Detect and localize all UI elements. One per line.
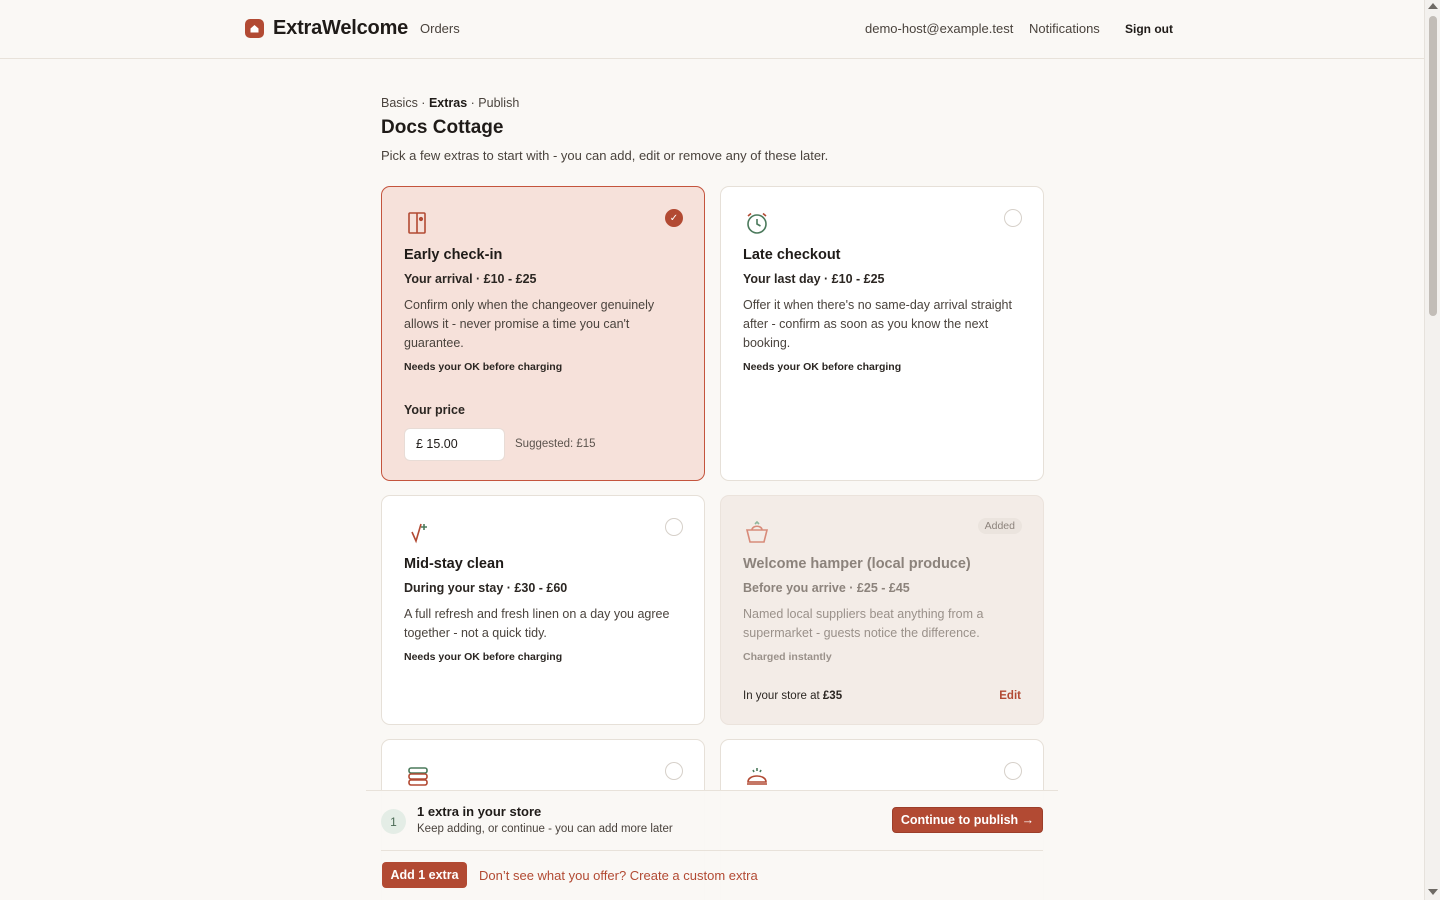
- sticky-footer: 1 1 extra in your store Keep adding, or …: [366, 790, 1058, 900]
- card-approval-note: Needs your OK before charging: [404, 651, 563, 663]
- card-description: Named local suppliers beat anything from…: [743, 607, 984, 640]
- extras-count-badge: 1: [381, 809, 406, 834]
- scroll-up-arrow-icon[interactable]: [1428, 3, 1438, 9]
- added-badge: Added: [977, 518, 1022, 534]
- store-price: £35: [822, 690, 843, 702]
- breadcrumb-separator: ·: [467, 96, 479, 110]
- towels-icon: [404, 762, 432, 790]
- footer-subtitle: Keep adding, or continue - you can add m…: [417, 823, 673, 835]
- add-extra-button[interactable]: Add 1 extra: [382, 862, 467, 888]
- card-meta: Before you arrive · £25 - £45: [743, 581, 910, 595]
- card-title: Welcome hamper (local produce): [743, 556, 971, 572]
- top-bar: ExtraWelcome Orders demo-host@example.te…: [0, 0, 1424, 59]
- scroll-thumb[interactable]: [1429, 16, 1437, 316]
- extra-card-mid-stay-clean[interactable]: Mid-stay clean During your stay · £30 - …: [381, 495, 705, 725]
- card-meta: During your stay · £30 - £60: [404, 581, 568, 595]
- selected-check-icon[interactable]: ✓: [665, 209, 683, 227]
- price-label: Your price: [404, 403, 465, 417]
- nav-notifications-link[interactable]: Notifications: [1029, 21, 1100, 36]
- card-meta: Your arrival · £10 - £25: [404, 272, 537, 286]
- alarm-clock-icon: [743, 209, 771, 237]
- card-approval-note: Needs your OK before charging: [404, 361, 563, 373]
- brand[interactable]: ExtraWelcome: [245, 17, 408, 40]
- card-meta: Your last day · £10 - £25: [743, 272, 885, 286]
- suggested-price: Suggested: £15: [515, 438, 596, 450]
- card-description: A full refresh and fresh linen on a day …: [404, 607, 670, 640]
- breadcrumb-basics[interactable]: Basics: [381, 96, 418, 110]
- broom-sparkle-icon: [404, 518, 432, 546]
- card-description: Confirm only when the changeover genuine…: [404, 298, 655, 350]
- card-title: Late checkout: [743, 247, 841, 263]
- door-icon: [404, 209, 432, 237]
- continue-to-publish-button[interactable]: Continue to publish →: [892, 807, 1043, 833]
- page-title: Docs Cottage: [381, 117, 504, 138]
- extra-card-late-checkout[interactable]: Late checkout Your last day · £10 - £25 …: [720, 186, 1044, 481]
- basket-icon: [743, 518, 771, 546]
- card-charge-note: Charged instantly: [743, 651, 832, 663]
- select-radio[interactable]: [665, 762, 683, 780]
- extra-card-early-check-in[interactable]: ✓ Early check-in Your arrival · £10 - £2…: [381, 186, 705, 481]
- breadcrumb-separator: ·: [417, 96, 429, 110]
- card-description: Offer it when there's no same-day arriva…: [743, 298, 1012, 350]
- brand-name: ExtraWelcome: [273, 17, 409, 39]
- sign-out-button[interactable]: Sign out: [1125, 22, 1173, 36]
- user-email[interactable]: demo-host@example.test: [865, 21, 1013, 36]
- card-title: Mid-stay clean: [404, 556, 504, 572]
- cloche-icon: [743, 762, 771, 790]
- extra-card-welcome-hamper[interactable]: Added Welcome hamper (local produce) Bef…: [720, 495, 1044, 725]
- page-scrollbar[interactable]: [1424, 0, 1440, 900]
- store-price-line: In your store at £35: [743, 690, 843, 702]
- select-radio[interactable]: [665, 518, 683, 536]
- breadcrumb-publish[interactable]: Publish: [478, 96, 519, 110]
- breadcrumb: Basics · Extras · Publish: [381, 96, 519, 110]
- page-subtitle: Pick a few extras to start with - you ca…: [381, 148, 829, 163]
- footer-divider: [381, 850, 1043, 851]
- breadcrumb-extras: Extras: [428, 96, 468, 110]
- select-radio[interactable]: [1004, 762, 1022, 780]
- card-approval-note: Needs your OK before charging: [743, 361, 902, 373]
- card-title: Early check-in: [404, 247, 503, 263]
- select-radio[interactable]: [1004, 209, 1022, 227]
- footer-title: 1 extra in your store: [417, 804, 542, 819]
- edit-link[interactable]: Edit: [999, 690, 1021, 702]
- house-logo-icon: [245, 19, 264, 38]
- price-input[interactable]: £ 15.00: [404, 428, 505, 461]
- scroll-down-arrow-icon[interactable]: [1428, 889, 1438, 895]
- create-custom-extra-link[interactable]: Don’t see what you offer? Create a custo…: [479, 868, 758, 883]
- nav-orders-link[interactable]: Orders: [420, 21, 460, 36]
